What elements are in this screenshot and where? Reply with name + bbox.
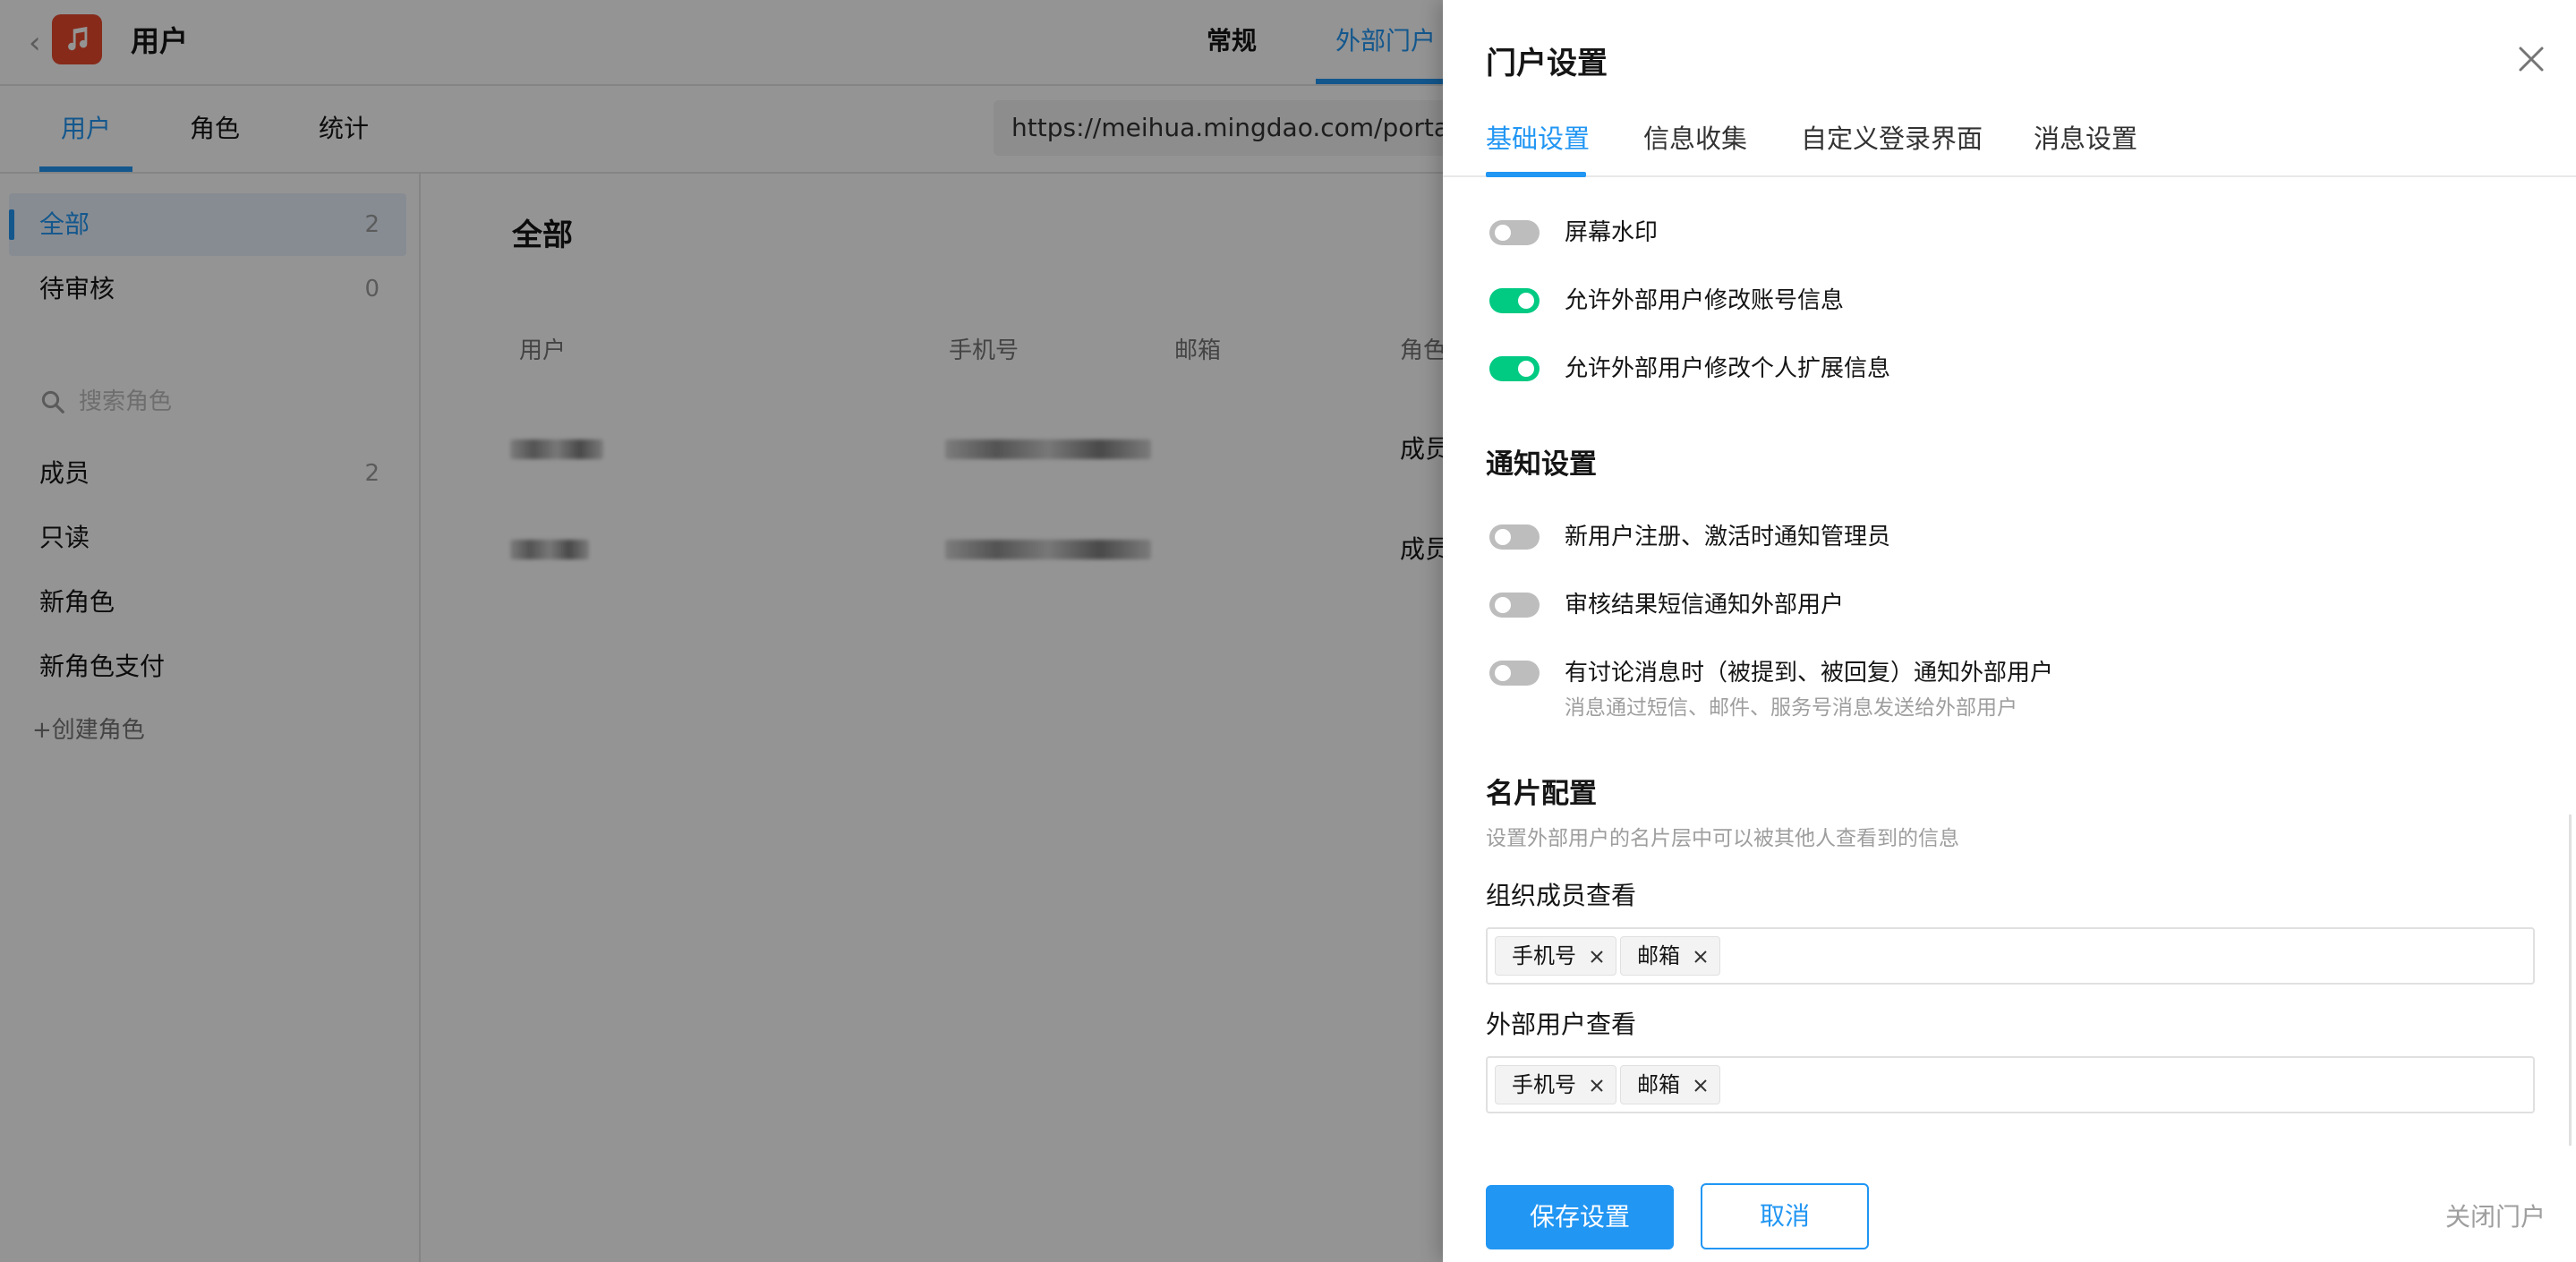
external-view-tag-field[interactable]: 手机号 邮箱 <box>1486 1056 2535 1113</box>
tab-message-settings[interactable]: 消息设置 <box>2034 116 2137 161</box>
notify-discussion-label: 有讨论消息时（被提到、被回复）通知外部用户 <box>1565 660 2054 686</box>
drawer-tab-bar: 基础设置 信息收集 自定义登录界面 消息设置 <box>1443 107 2576 177</box>
remove-tag-icon[interactable] <box>1693 949 1709 965</box>
edit-extension-label: 允许外部用户修改个人扩展信息 <box>1565 355 1891 382</box>
close-portal-link[interactable]: 关闭门户 <box>2445 1198 2546 1237</box>
external-view-label: 外部用户查看 <box>1486 1010 1637 1039</box>
portal-settings-drawer: 门户设置 基础设置 信息收集 自定义登录界面 消息设置 屏幕水印 允许外部用户修… <box>1443 0 2576 1262</box>
tag-chip: 手机号 <box>1495 1065 1616 1104</box>
notify-section-title: 通知设置 <box>1486 448 1597 481</box>
org-view-tag-field[interactable]: 手机号 邮箱 <box>1486 927 2535 985</box>
card-section-desc: 设置外部用户的名片层中可以被其他人查看到的信息 <box>1486 827 1959 850</box>
notify-admin-label: 新用户注册、激活时通知管理员 <box>1565 524 1891 550</box>
watermark-label: 屏幕水印 <box>1565 219 1659 246</box>
remove-tag-icon[interactable] <box>1693 1078 1709 1094</box>
tab-info-collection[interactable]: 信息收集 <box>1643 116 1747 161</box>
tab-basic-settings[interactable]: 基础设置 <box>1486 116 1590 161</box>
notify-sms-toggle[interactable] <box>1489 593 1540 618</box>
edit-account-toggle[interactable] <box>1489 288 1540 313</box>
org-view-label: 组织成员查看 <box>1486 881 1637 910</box>
tag-label: 手机号 <box>1512 1072 1576 1097</box>
drawer-title: 门户设置 <box>1486 46 1608 81</box>
tag-label: 邮箱 <box>1637 1072 1680 1097</box>
tag-chip: 邮箱 <box>1620 936 1720 976</box>
scrollbar[interactable] <box>2569 814 2572 1146</box>
cancel-button[interactable]: 取消 <box>1701 1183 1869 1249</box>
remove-tag-icon[interactable] <box>1589 949 1605 965</box>
notify-admin-toggle[interactable] <box>1489 524 1540 550</box>
close-icon[interactable] <box>2513 41 2549 77</box>
save-button[interactable]: 保存设置 <box>1486 1185 1674 1249</box>
watermark-toggle[interactable] <box>1489 220 1540 245</box>
tab-custom-login[interactable]: 自定义登录界面 <box>1801 116 1983 161</box>
edit-extension-toggle[interactable] <box>1489 356 1540 381</box>
notify-discussion-desc: 消息通过短信、邮件、服务号消息发送给外部用户 <box>1565 696 2017 720</box>
edit-account-label: 允许外部用户修改账号信息 <box>1565 287 1845 314</box>
active-tab-indicator <box>1486 172 1586 177</box>
card-section-title: 名片配置 <box>1486 778 1597 810</box>
tag-chip: 手机号 <box>1495 936 1616 976</box>
notify-discussion-toggle[interactable] <box>1489 661 1540 686</box>
notify-sms-label: 审核结果短信通知外部用户 <box>1565 592 1845 618</box>
tag-chip: 邮箱 <box>1620 1065 1720 1104</box>
tag-label: 邮箱 <box>1637 943 1680 968</box>
tag-label: 手机号 <box>1512 943 1576 968</box>
remove-tag-icon[interactable] <box>1589 1078 1605 1094</box>
